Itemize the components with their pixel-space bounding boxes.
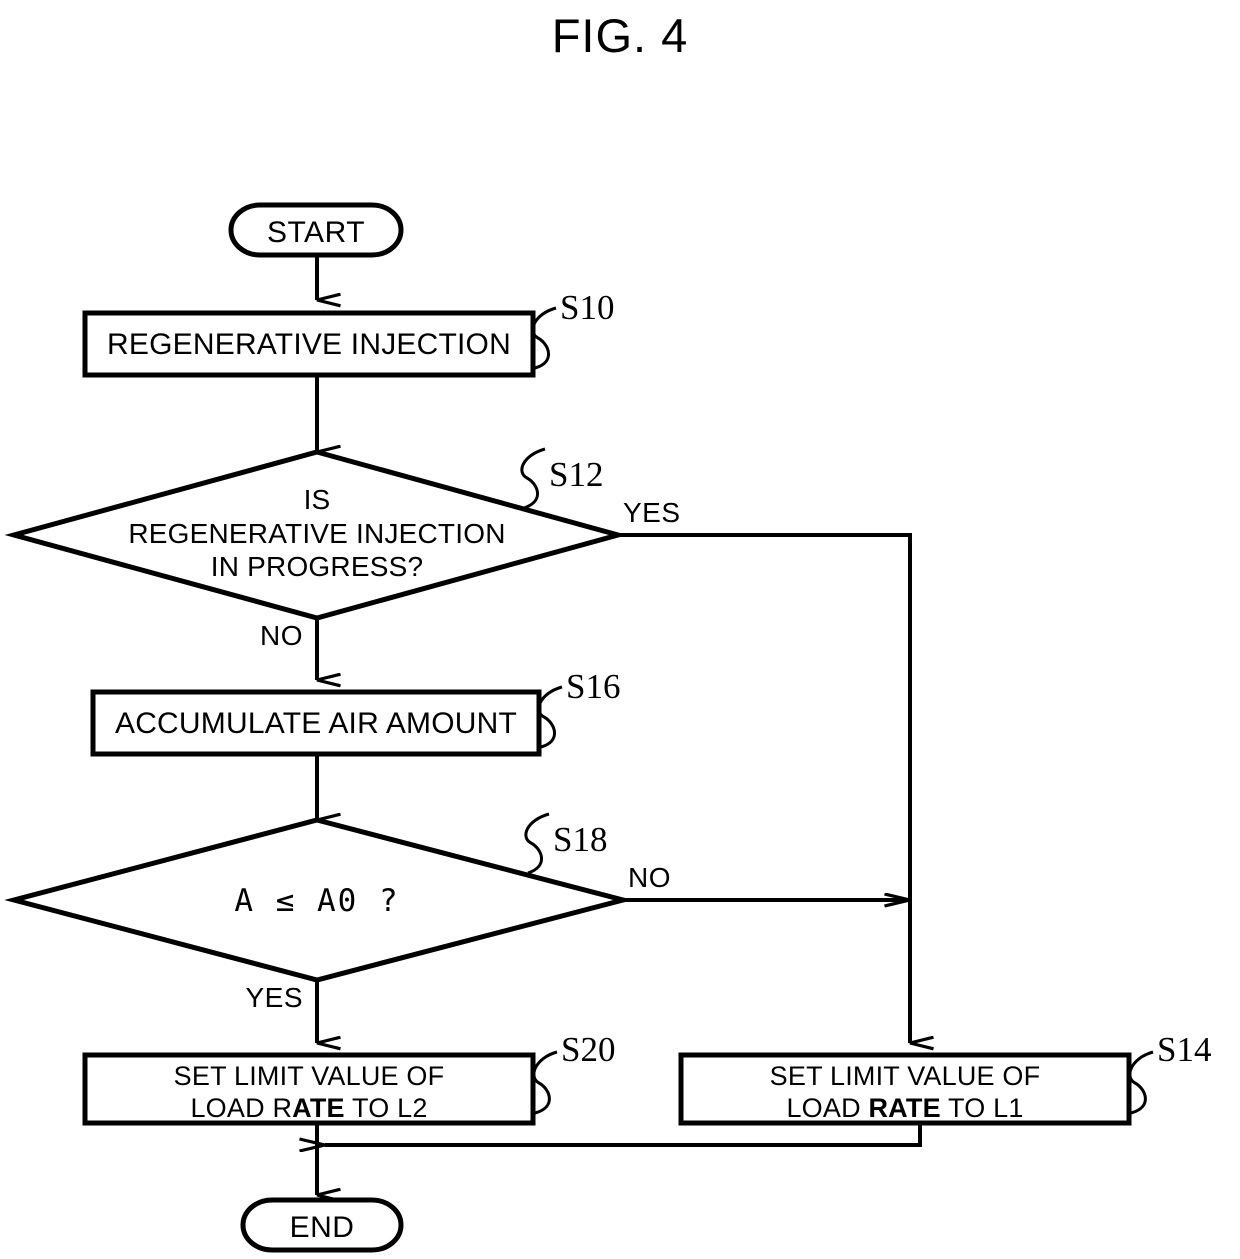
s12-leader-line	[520, 447, 546, 510]
edge-s14-to-merge	[325, 1123, 922, 1145]
s10-process-shape	[82, 310, 536, 378]
s16-leader-line	[537, 685, 563, 749]
end-terminal-shape	[240, 1197, 404, 1253]
s10-leader-line	[531, 306, 557, 370]
edge-s12-yes-to-s14	[618, 533, 910, 1043]
flowchart-canvas	[4, 202, 1154, 1253]
s18-leader-line	[524, 812, 550, 875]
start-terminal-shape	[228, 202, 404, 258]
s16-process-shape	[90, 689, 542, 757]
figure-root: FIG. 4 START REGENERATIVE INJECTION S10 …	[0, 0, 1240, 1259]
s14-process-shape	[678, 1052, 1132, 1126]
s20-process-shape	[82, 1052, 536, 1126]
s20-leader-line	[532, 1050, 558, 1115]
s14-leader-line	[1128, 1050, 1154, 1115]
